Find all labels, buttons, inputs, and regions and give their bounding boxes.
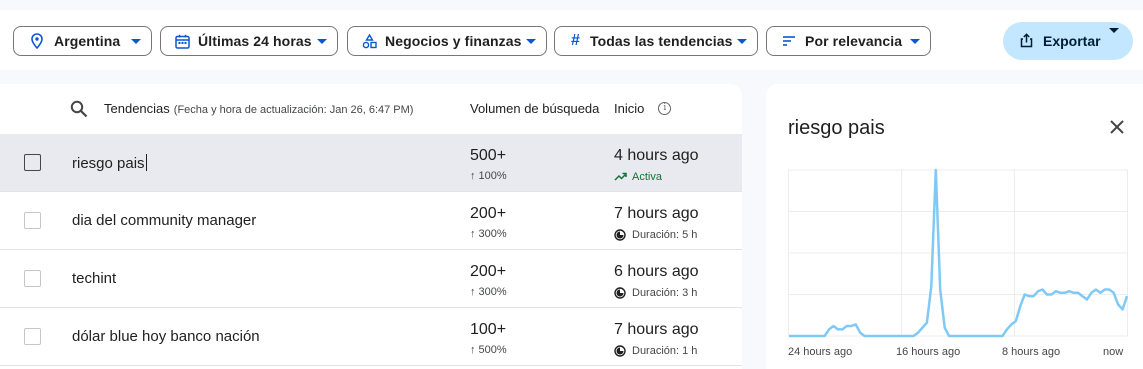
trends-filter-label: Todas las tendencias bbox=[589, 33, 733, 49]
started-ago: 7 hours ago bbox=[614, 321, 699, 338]
trends-filter[interactable]: # Todas las tendencias bbox=[554, 26, 758, 56]
trend-status: Duración: 5 h bbox=[614, 228, 697, 241]
trend-status: Activa bbox=[614, 170, 662, 183]
time-filter-label: Últimas 24 horas bbox=[198, 33, 312, 49]
search-icon[interactable] bbox=[70, 100, 88, 118]
export-button-label: Exportar bbox=[1043, 33, 1101, 49]
trend-name: dia del community manager bbox=[72, 212, 257, 229]
start-header-label: Inicio bbox=[614, 101, 645, 116]
chevron-down-icon bbox=[312, 38, 327, 44]
info-icon[interactable]: i bbox=[658, 102, 672, 115]
volume-change: ↑ 100% bbox=[470, 170, 507, 182]
row-checkbox[interactable] bbox=[24, 270, 41, 287]
calendar-icon bbox=[175, 32, 190, 50]
trends-column-header: Tendencias (Fecha y hora de actualización… bbox=[104, 101, 413, 116]
trend-status-text: Duración: 1 h bbox=[632, 344, 698, 357]
chevron-down-icon bbox=[121, 38, 141, 44]
category-filter-label: Negocios y finanzas bbox=[385, 33, 522, 49]
volume-change: ↑ 500% bbox=[470, 344, 507, 356]
table-row[interactable]: dia del community manager 200+ ↑ 300% 7 … bbox=[0, 192, 742, 250]
row-checkbox[interactable] bbox=[24, 212, 41, 229]
panel-title: riesgo pais bbox=[788, 117, 885, 139]
search-volume: 200+ bbox=[470, 205, 507, 222]
time-filter[interactable]: Últimas 24 horas bbox=[160, 26, 338, 56]
table-row[interactable]: techint 200+ ↑ 300% 6 hours ago Duración… bbox=[0, 250, 742, 308]
export-button[interactable]: Exportar bbox=[1003, 22, 1133, 60]
volume-change: ↑ 300% bbox=[470, 228, 507, 240]
trend-name: dólar blue hoy banco nación bbox=[72, 328, 260, 345]
search-volume-column-header[interactable]: Volumen de búsqueda bbox=[470, 101, 600, 116]
trending-up-icon bbox=[614, 170, 627, 183]
trend-status-text: Duración: 5 h bbox=[632, 228, 698, 241]
x-tick-label: now bbox=[1103, 346, 1124, 358]
started-ago: 4 hours ago bbox=[614, 147, 699, 164]
search-volume: 100+ bbox=[470, 321, 507, 338]
close-icon[interactable] bbox=[1109, 119, 1125, 135]
trends-header-label: Tendencias bbox=[104, 101, 170, 116]
trend-name-text: riesgo pais bbox=[72, 155, 145, 172]
trend-name: techint bbox=[72, 270, 117, 287]
trend-line-chart bbox=[788, 168, 1128, 338]
start-column-header[interactable]: Inicio i bbox=[614, 101, 672, 116]
started-ago: 6 hours ago bbox=[614, 263, 699, 280]
chevron-down-icon bbox=[1109, 28, 1119, 49]
x-tick-label: 8 hours ago bbox=[1002, 346, 1061, 358]
x-tick-label: 16 hours ago bbox=[896, 346, 961, 358]
sort-filter-label: Por relevancia bbox=[805, 33, 903, 49]
chevron-down-icon bbox=[733, 38, 747, 44]
sort-filter[interactable]: Por relevancia bbox=[766, 26, 931, 56]
trend-status: Duración: 1 h bbox=[614, 344, 697, 357]
table-row[interactable]: riesgo pais 500+ ↑ 100% 4 hours ago Acti… bbox=[0, 134, 742, 192]
started-ago: 7 hours ago bbox=[614, 205, 699, 222]
row-checkbox[interactable] bbox=[24, 328, 41, 345]
timelapse-icon bbox=[614, 286, 627, 299]
trend-status: Duración: 3 h bbox=[614, 286, 697, 299]
row-checkbox[interactable] bbox=[24, 154, 41, 171]
table-row[interactable]: dólar blue hoy banco nación 100+ ↑ 500% … bbox=[0, 308, 742, 366]
trend-detail-panel: riesgo pais 24 hours ago 16 hours ago 8 … bbox=[766, 84, 1143, 369]
share-upload-icon bbox=[1019, 33, 1035, 49]
chevron-down-icon bbox=[522, 38, 536, 44]
timelapse-icon bbox=[614, 228, 627, 241]
volume-change: ↑ 300% bbox=[470, 286, 507, 298]
text-cursor bbox=[145, 154, 147, 171]
x-tick-label: 24 hours ago bbox=[788, 346, 853, 358]
country-filter-label: Argentina bbox=[54, 33, 121, 49]
table-header: Tendencias (Fecha y hora de actualización… bbox=[0, 84, 742, 134]
trend-status-text: Duración: 3 h bbox=[632, 286, 698, 299]
category-filter[interactable]: Negocios y finanzas bbox=[347, 26, 547, 56]
filter-bar: Argentina Últimas 24 horas Negocios y fi… bbox=[0, 10, 1143, 70]
updated-timestamp: (Fecha y hora de actualización: Jan 26, … bbox=[173, 104, 414, 116]
timelapse-icon bbox=[614, 344, 627, 357]
chevron-down-icon bbox=[902, 38, 920, 44]
search-volume: 500+ bbox=[470, 147, 507, 164]
sort-lines-icon bbox=[781, 32, 797, 50]
hashtag-icon: # bbox=[571, 32, 580, 49]
trends-table: Tendencias (Fecha y hora de actualización… bbox=[0, 84, 742, 369]
location-pin-icon bbox=[28, 32, 46, 50]
trend-status-text: Activa bbox=[632, 170, 662, 183]
category-shapes-icon bbox=[362, 32, 377, 50]
country-filter[interactable]: Argentina bbox=[13, 26, 152, 56]
search-volume: 200+ bbox=[470, 263, 507, 280]
trend-name: riesgo pais bbox=[72, 154, 147, 172]
